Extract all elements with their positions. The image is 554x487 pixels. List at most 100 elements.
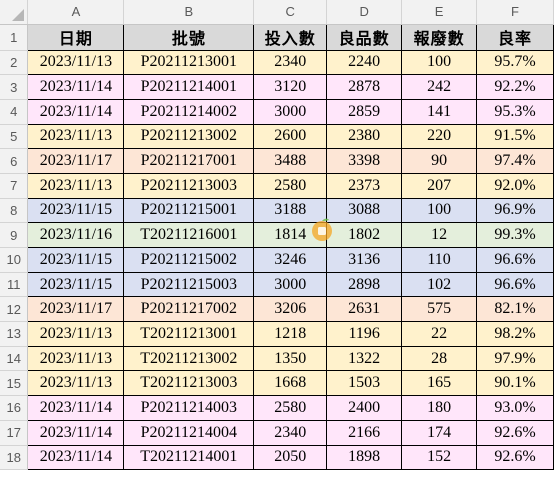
batch-cell[interactable]: P20211213001 xyxy=(123,49,255,76)
batch-cell[interactable]: P20211214003 xyxy=(123,395,255,421)
date-cell[interactable]: 2023/11/13 xyxy=(27,123,125,150)
row-header[interactable]: 1 xyxy=(0,24,29,51)
input-qty-cell[interactable]: 3188 xyxy=(253,197,328,224)
good-qty-cell[interactable]: 2166 xyxy=(326,419,403,446)
date-cell[interactable]: 2023/11/15 xyxy=(27,271,125,298)
row-header[interactable]: 5 xyxy=(0,124,29,150)
batch-cell[interactable]: P20211214004 xyxy=(123,419,255,446)
batch-cell[interactable]: P20211217001 xyxy=(123,148,255,174)
input-qty-cell[interactable]: 3000 xyxy=(253,271,328,298)
yield-cell[interactable]: 92.0% xyxy=(476,172,554,199)
input-qty-cell[interactable]: 1814 xyxy=(253,222,328,248)
yield-cell[interactable]: 99.3% xyxy=(476,222,554,248)
row-header[interactable]: 6 xyxy=(0,148,29,174)
input-qty-cell[interactable]: 2580 xyxy=(253,172,328,199)
row-header[interactable]: 14 xyxy=(0,346,29,372)
yield-cell[interactable]: 82.1% xyxy=(476,296,554,323)
scrap-qty-cell[interactable]: 152 xyxy=(401,444,478,471)
input-qty-cell[interactable]: 1218 xyxy=(253,321,328,347)
yield-cell[interactable]: 93.0% xyxy=(476,395,554,421)
yield-cell[interactable]: 95.7% xyxy=(476,49,554,76)
row-header[interactable]: 11 xyxy=(0,272,29,298)
good-qty-cell[interactable]: 1802 xyxy=(326,222,403,248)
good-qty-cell[interactable]: 2373 xyxy=(326,172,403,199)
scrap-qty-cell[interactable]: 90 xyxy=(401,148,478,174)
column-header-d[interactable]: D xyxy=(326,0,403,25)
date-cell[interactable]: 2023/11/17 xyxy=(27,296,125,323)
good-qty-cell[interactable]: 1322 xyxy=(326,345,403,372)
yield-cell[interactable]: 96.9% xyxy=(476,197,554,224)
good-qty-cell[interactable]: 1898 xyxy=(326,444,403,471)
date-cell[interactable]: 2023/11/15 xyxy=(27,197,125,224)
date-cell[interactable]: 2023/11/17 xyxy=(27,148,125,174)
column-header-b[interactable]: B xyxy=(123,0,255,25)
good-qty-cell[interactable]: 2878 xyxy=(326,74,403,100)
row-header[interactable]: 9 xyxy=(0,222,29,248)
batch-cell[interactable]: T20211216001 xyxy=(123,222,255,248)
date-cell[interactable]: 2023/11/16 xyxy=(27,222,125,248)
scrap-qty-cell[interactable]: 220 xyxy=(401,123,478,150)
row-header[interactable]: 18 xyxy=(0,445,29,471)
scrap-qty-cell[interactable]: 12 xyxy=(401,222,478,248)
good-qty-cell[interactable]: 2631 xyxy=(326,296,403,323)
batch-cell[interactable]: T20211213001 xyxy=(123,321,255,347)
scrap-qty-cell[interactable]: 180 xyxy=(401,395,478,421)
scrap-qty-cell[interactable]: 575 xyxy=(401,296,478,323)
select-all-corner[interactable] xyxy=(0,0,29,25)
good-qty-cell[interactable]: 2380 xyxy=(326,123,403,150)
date-cell[interactable]: 2023/11/13 xyxy=(27,49,125,76)
scrap-qty-cell[interactable]: 110 xyxy=(401,247,478,273)
input-qty-cell[interactable]: 2340 xyxy=(253,49,328,76)
yield-cell[interactable]: 97.4% xyxy=(476,148,554,174)
scrap-qty-cell[interactable]: 102 xyxy=(401,271,478,298)
row-header[interactable]: 15 xyxy=(0,370,29,397)
input-qty-cell[interactable]: 1668 xyxy=(253,370,328,397)
good-qty-cell[interactable]: 2400 xyxy=(326,395,403,421)
input-qty-cell[interactable]: 3000 xyxy=(253,98,328,125)
batch-cell[interactable]: P20211214001 xyxy=(123,74,255,100)
input-qty-cell[interactable]: 2580 xyxy=(253,395,328,421)
yield-cell[interactable]: 96.6% xyxy=(476,271,554,298)
date-cell[interactable]: 2023/11/14 xyxy=(27,395,125,421)
input-qty-cell[interactable]: 3120 xyxy=(253,74,328,100)
row-header[interactable]: 12 xyxy=(0,296,29,323)
date-cell[interactable]: 2023/11/14 xyxy=(27,98,125,125)
row-header[interactable]: 2 xyxy=(0,50,29,76)
scrap-qty-cell[interactable]: 22 xyxy=(401,321,478,347)
header-cell-yield[interactable]: 良率 xyxy=(476,23,554,51)
batch-cell[interactable]: P20211215001 xyxy=(123,197,255,224)
row-header[interactable]: 4 xyxy=(0,99,29,125)
yield-cell[interactable]: 92.2% xyxy=(476,74,554,100)
date-cell[interactable]: 2023/11/13 xyxy=(27,321,125,347)
good-qty-cell[interactable]: 1503 xyxy=(326,370,403,397)
yield-cell[interactable]: 96.6% xyxy=(476,247,554,273)
batch-cell[interactable]: P20211215002 xyxy=(123,247,255,273)
input-qty-cell[interactable]: 3206 xyxy=(253,296,328,323)
column-header-c[interactable]: C xyxy=(253,0,328,25)
input-qty-cell[interactable]: 2340 xyxy=(253,419,328,446)
date-cell[interactable]: 2023/11/15 xyxy=(27,247,125,273)
good-qty-cell[interactable]: 2240 xyxy=(326,49,403,76)
date-cell[interactable]: 2023/11/13 xyxy=(27,370,125,397)
column-header-a[interactable]: A xyxy=(27,0,125,25)
header-cell-batch[interactable]: 批號 xyxy=(123,23,255,51)
column-header-e[interactable]: E xyxy=(401,0,478,25)
row-header[interactable]: 10 xyxy=(0,247,29,273)
header-cell-date[interactable]: 日期 xyxy=(27,23,125,51)
yield-cell[interactable]: 90.1% xyxy=(476,370,554,397)
date-cell[interactable]: 2023/11/14 xyxy=(27,74,125,100)
good-qty-cell[interactable]: 2898 xyxy=(326,271,403,298)
good-qty-cell[interactable]: 3398 xyxy=(326,148,403,174)
row-header[interactable]: 8 xyxy=(0,198,29,224)
input-qty-cell[interactable]: 3246 xyxy=(253,247,328,273)
scrap-qty-cell[interactable]: 100 xyxy=(401,49,478,76)
batch-cell[interactable]: P20211215003 xyxy=(123,271,255,298)
date-cell[interactable]: 2023/11/14 xyxy=(27,419,125,446)
scrap-qty-cell[interactable]: 242 xyxy=(401,74,478,100)
input-qty-cell[interactable]: 2050 xyxy=(253,444,328,471)
date-cell[interactable]: 2023/11/14 xyxy=(27,444,125,471)
date-cell[interactable]: 2023/11/13 xyxy=(27,172,125,199)
batch-cell[interactable]: P20211213003 xyxy=(123,172,255,199)
good-qty-cell[interactable]: 2859 xyxy=(326,98,403,125)
yield-cell[interactable]: 97.9% xyxy=(476,345,554,372)
